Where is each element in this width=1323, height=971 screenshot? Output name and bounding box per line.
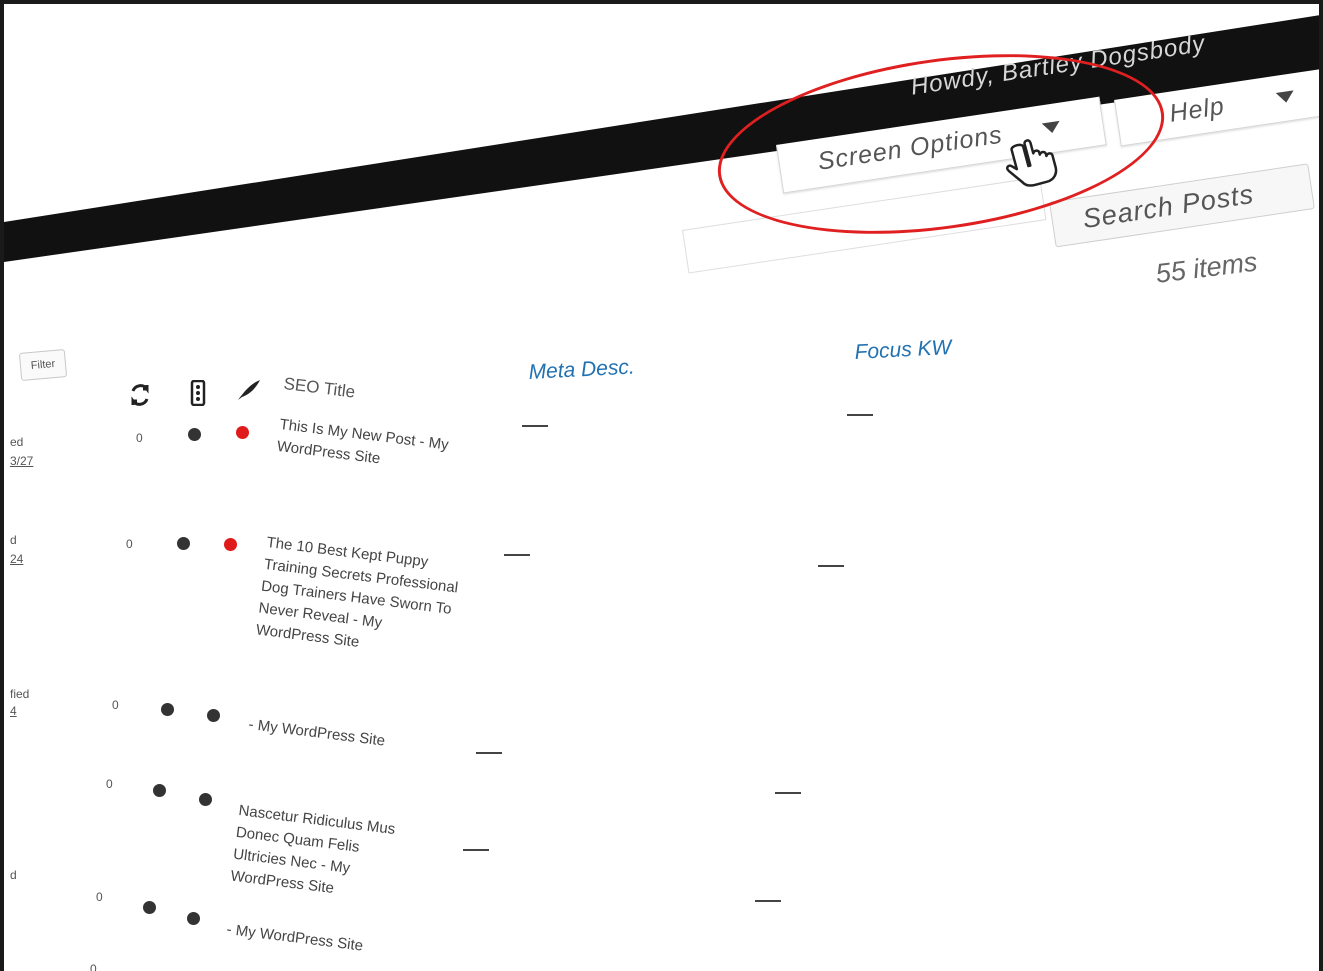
hand-pointer-icon-svg xyxy=(1006,139,1058,187)
screenshot-frame: Howdy, Bartley Dogsbody Screen Options H… xyxy=(0,0,1323,971)
seo-score-dot xyxy=(236,426,249,439)
row-meta-desc-empty xyxy=(463,849,489,851)
row-focus-kw-empty xyxy=(775,792,801,794)
readability-dot xyxy=(188,428,201,441)
row-link-count: 0 xyxy=(90,962,97,971)
row-meta-desc-empty xyxy=(476,752,502,754)
row-link-count: 0 xyxy=(136,431,143,445)
row-date-fragment: d xyxy=(10,868,17,882)
row-date-link-fragment[interactable]: 3/27 xyxy=(10,454,33,468)
row-seo-title: This Is My New Post - My WordPress Site xyxy=(276,415,450,468)
row-date-fragment: ed xyxy=(10,435,24,449)
readability-dot xyxy=(143,901,156,914)
row-date-link-fragment[interactable]: 24 xyxy=(10,552,23,566)
help-label: Help xyxy=(1167,91,1227,128)
refresh-icon-svg xyxy=(131,384,149,406)
hand-pointer-icon xyxy=(1002,139,1062,194)
column-meta-desc[interactable]: Meta Desc. xyxy=(528,355,635,385)
traffic-light-icon-svg xyxy=(190,379,206,407)
row-link-count: 0 xyxy=(112,698,119,712)
seo-score-dot xyxy=(207,709,220,722)
filter-button[interactable]: Filter xyxy=(18,349,68,381)
seo-score-dot xyxy=(199,793,212,806)
row-seo-title: Nascetur Ridiculus Mus Donec Quam Felis … xyxy=(229,801,397,898)
row-meta-desc-empty xyxy=(504,554,530,556)
column-seo-title[interactable]: SEO Title xyxy=(283,374,357,403)
row-seo-title: The 10 Best Kept Puppy Training Secrets … xyxy=(254,533,459,651)
feather-icon[interactable] xyxy=(236,378,262,408)
traffic-light-icon[interactable] xyxy=(190,379,206,412)
readability-dot xyxy=(153,784,166,797)
items-count: 55 items xyxy=(1154,246,1259,289)
caret-down-icon xyxy=(1275,90,1296,104)
feather-icon-svg xyxy=(238,380,260,400)
row-meta-desc-empty xyxy=(522,425,548,427)
row-focus-kw-empty xyxy=(847,414,873,416)
row-seo-title: - My WordPress Site xyxy=(225,920,364,955)
readability-dot xyxy=(161,703,174,716)
row-link-count: 0 xyxy=(126,537,133,551)
row-focus-kw-empty xyxy=(818,565,844,567)
row-date-fragment: fied xyxy=(10,687,30,701)
row-link-count: 0 xyxy=(96,890,103,904)
row-date-link-fragment[interactable]: 4 xyxy=(10,704,17,718)
readability-dot xyxy=(177,537,190,550)
seo-score-dot xyxy=(224,538,237,551)
seo-score-dot xyxy=(187,912,200,925)
row-focus-kw-empty xyxy=(755,900,781,902)
column-focus-kw[interactable]: Focus KW xyxy=(854,336,952,365)
refresh-icon[interactable] xyxy=(128,382,152,414)
row-date-fragment: d xyxy=(10,533,17,547)
row-link-count: 0 xyxy=(106,777,113,791)
row-seo-title: - My WordPress Site xyxy=(247,715,386,750)
